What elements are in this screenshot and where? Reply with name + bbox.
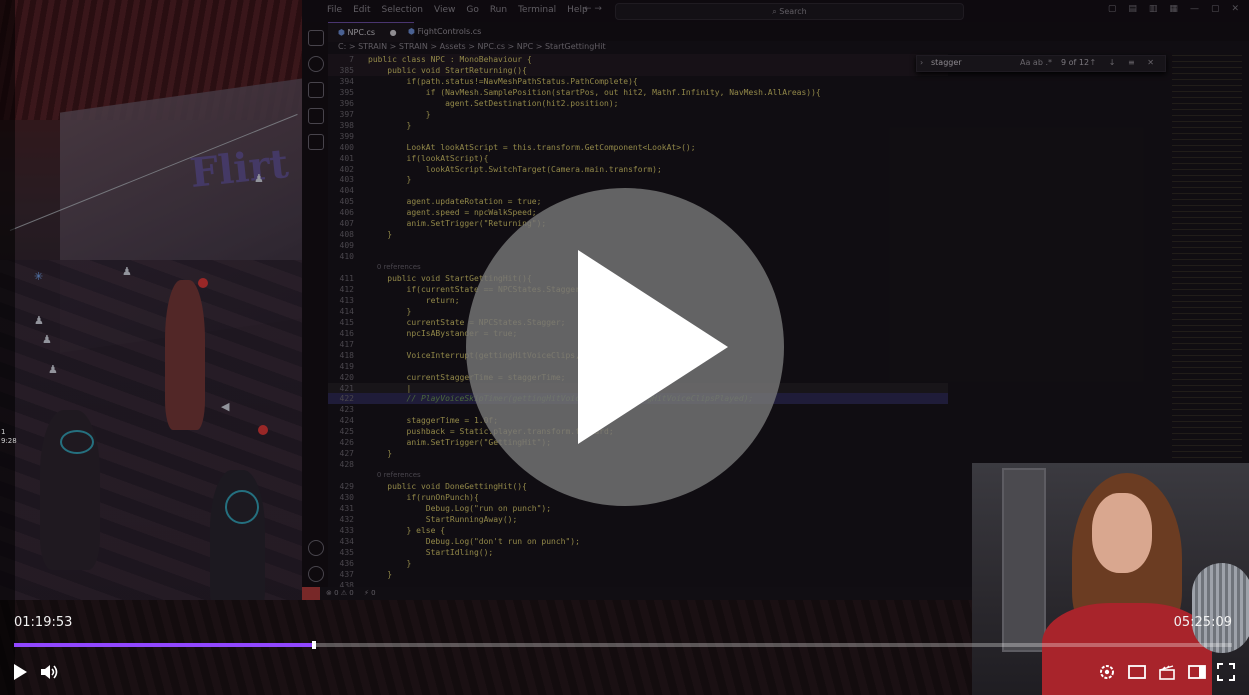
total-duration: 05:25:09 xyxy=(1173,615,1232,630)
sidebar-icon xyxy=(1188,665,1206,679)
video-player[interactable]: Flirt ♟ ♟ ♟ ♟ ♟ ✳ ◀ File Edit Selection … xyxy=(0,0,1249,695)
play-icon xyxy=(578,250,728,444)
theatre-mode-icon xyxy=(1128,665,1146,679)
edge-strip: 1 9:28 xyxy=(0,0,17,695)
webcam-feed xyxy=(972,463,1249,695)
theatre-mode-button[interactable] xyxy=(1127,662,1147,682)
side-counter: 1 9:28 xyxy=(1,428,17,445)
door xyxy=(1002,468,1046,652)
clip-button[interactable] xyxy=(1157,662,1177,682)
seek-bar[interactable] xyxy=(14,641,1232,649)
sidebar-button[interactable] xyxy=(1187,662,1207,682)
fullscreen-button[interactable] xyxy=(1216,662,1236,682)
streamer-face xyxy=(1092,493,1152,573)
seek-bar-progress xyxy=(14,643,314,647)
gear-icon xyxy=(1100,665,1114,679)
seek-handle[interactable] xyxy=(311,641,316,649)
play-icon xyxy=(14,664,27,680)
volume-button[interactable] xyxy=(39,662,59,682)
microphone xyxy=(1192,563,1249,653)
fullscreen-icon xyxy=(1217,663,1235,681)
clip-icon xyxy=(1159,665,1175,680)
current-time: 01:19:53 xyxy=(14,615,73,630)
settings-button[interactable] xyxy=(1097,662,1117,682)
play-button[interactable] xyxy=(10,662,30,682)
big-play-button[interactable] xyxy=(466,188,784,506)
volume-icon xyxy=(41,665,58,679)
